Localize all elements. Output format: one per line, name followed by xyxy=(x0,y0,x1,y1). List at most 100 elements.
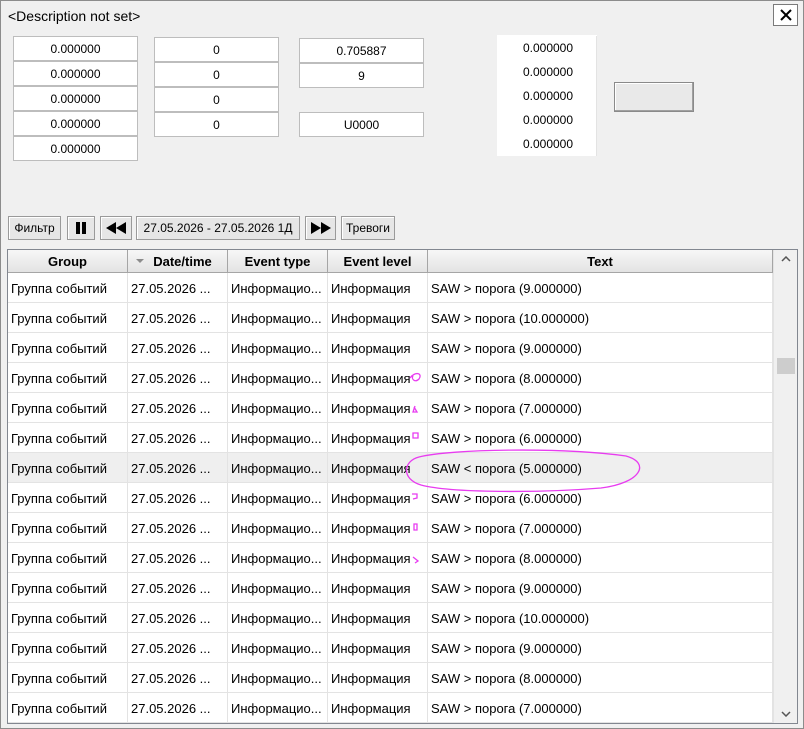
grid-body: Группа событий 27.05.2026 ... Информацио..… xyxy=(8,273,773,723)
date-range-button[interactable]: 27.05.2026 - 27.05.2026 1Д xyxy=(136,216,300,240)
forward-button[interactable] xyxy=(305,216,336,240)
value-label: 0.000000 xyxy=(497,84,597,108)
text-cell: SAW > порога (9.000000) xyxy=(428,633,773,663)
column-header-label: Group xyxy=(48,254,87,269)
event-type-cell: Информацио... xyxy=(228,363,328,393)
table-row[interactable]: Группа событий 27.05.2026 ... Информацио..… xyxy=(8,393,773,423)
event-level-cell: Информация xyxy=(328,483,428,513)
column-header-text[interactable]: Text xyxy=(428,250,773,273)
rewind-button[interactable] xyxy=(100,216,132,240)
value-field[interactable]: 0 xyxy=(154,87,279,112)
event-log-window: <Description not set> 0.000000 0.000000 … xyxy=(0,0,804,729)
table-row[interactable]: Группа событий 27.05.2026 ... Информацио..… xyxy=(8,543,773,573)
datetime-cell: 27.05.2026 ... xyxy=(128,333,228,363)
scroll-up-arrow[interactable] xyxy=(774,250,797,268)
value-field[interactable]: 0.000000 xyxy=(13,111,138,136)
column-header-event-level[interactable]: Event level xyxy=(328,250,428,273)
value-field[interactable]: 0.000000 xyxy=(13,61,138,86)
table-row[interactable]: Группа событий 27.05.2026 ... Информацио..… xyxy=(8,303,773,333)
event-type-cell: Информацио... xyxy=(228,333,328,363)
rewind-icon xyxy=(106,222,126,234)
filter-button[interactable]: Фильтр xyxy=(8,216,61,240)
event-level-cell: Информация xyxy=(328,543,428,573)
event-type-cell: Информацио... xyxy=(228,633,328,663)
value-label: 0.000000 xyxy=(497,36,597,60)
datetime-cell: 27.05.2026 ... xyxy=(128,453,228,483)
text-cell: SAW > порога (6.000000) xyxy=(428,483,773,513)
table-row[interactable]: Группа событий 27.05.2026 ... Информацио..… xyxy=(8,603,773,633)
alarms-button[interactable]: Тревоги xyxy=(341,216,395,240)
text-cell: SAW > порога (8.000000) xyxy=(428,543,773,573)
text-cell: SAW > порога (7.000000) xyxy=(428,393,773,423)
group-cell: Группа событий xyxy=(8,423,128,453)
group-cell: Группа событий xyxy=(8,333,128,363)
column-header-event-type[interactable]: Event type xyxy=(228,250,328,273)
text-cell: SAW < порога (5.000000) xyxy=(428,453,773,483)
datetime-cell: 27.05.2026 ... xyxy=(128,663,228,693)
event-type-cell: Информацио... xyxy=(228,453,328,483)
text-cell: SAW > порога (9.000000) xyxy=(428,573,773,603)
event-level-cell: Информация xyxy=(328,513,428,543)
table-row[interactable]: Группа событий 27.05.2026 ... Информацио..… xyxy=(8,633,773,663)
value-field[interactable]: 0.000000 xyxy=(13,136,138,161)
vertical-scrollbar[interactable] xyxy=(773,250,797,723)
value-field[interactable]: 0 xyxy=(154,62,279,87)
datetime-cell: 27.05.2026 ... xyxy=(128,693,228,723)
group-cell: Группа событий xyxy=(8,573,128,603)
datetime-cell: 27.05.2026 ... xyxy=(128,543,228,573)
datetime-cell: 27.05.2026 ... xyxy=(128,393,228,423)
text-cell: SAW > порога (7.000000) xyxy=(428,693,773,723)
datetime-cell: 27.05.2026 ... xyxy=(128,483,228,513)
datetime-cell: 27.05.2026 ... xyxy=(128,513,228,543)
event-type-cell: Информацио... xyxy=(228,573,328,603)
value-field[interactable]: 0 xyxy=(154,37,279,62)
value-field[interactable]: 0 xyxy=(154,112,279,137)
event-type-cell: Информацио... xyxy=(228,663,328,693)
event-level-cell: Информация xyxy=(328,273,428,303)
group-cell: Группа событий xyxy=(8,513,128,543)
column-header-datetime[interactable]: Date/time xyxy=(128,250,228,273)
column-header-group[interactable]: Group xyxy=(8,250,128,273)
event-type-cell: Информацио... xyxy=(228,693,328,723)
value-field[interactable]: 9 xyxy=(299,63,424,88)
event-type-cell: Информацио... xyxy=(228,393,328,423)
value-field[interactable]: 0.000000 xyxy=(13,36,138,61)
event-type-cell: Информацио... xyxy=(228,303,328,333)
table-row[interactable]: Группа событий 27.05.2026 ... Информацио..… xyxy=(8,573,773,603)
group-cell: Группа событий xyxy=(8,483,128,513)
table-row[interactable]: Группа событий 27.05.2026 ... Информацио..… xyxy=(8,663,773,693)
text-cell: SAW > порога (10.000000) xyxy=(428,303,773,333)
scroll-thumb[interactable] xyxy=(777,358,795,374)
value-label: 0.000000 xyxy=(497,108,597,132)
event-level-cell: Информация xyxy=(328,423,428,453)
pause-icon xyxy=(76,222,86,234)
pause-button[interactable] xyxy=(67,216,95,240)
table-row[interactable]: Группа событий 27.05.2026 ... Информацио..… xyxy=(8,483,773,513)
datetime-cell: 27.05.2026 ... xyxy=(128,633,228,663)
event-level-cell: Информация xyxy=(328,663,428,693)
table-row[interactable]: Группа событий 27.05.2026 ... Информацио..… xyxy=(8,423,773,453)
table-row[interactable]: Группа событий 27.05.2026 ... Информацио..… xyxy=(8,693,773,723)
table-row[interactable]: Группа событий 27.05.2026 ... Информацио..… xyxy=(8,273,773,303)
event-level-cell: Информация xyxy=(328,693,428,723)
event-level-cell: Информация xyxy=(328,603,428,633)
value-field[interactable]: 0.705887 xyxy=(299,38,424,63)
close-button[interactable] xyxy=(773,4,798,26)
grid-header: Group Date/time Event type Event level T… xyxy=(8,250,773,273)
table-row[interactable]: Группа событий 27.05.2026 ... Информацио..… xyxy=(8,363,773,393)
code-field[interactable]: U0000 xyxy=(299,112,424,137)
text-cell: SAW > порога (6.000000) xyxy=(428,423,773,453)
chevron-up-icon xyxy=(781,256,791,262)
table-row[interactable]: Группа событий 27.05.2026 ... Информацио..… xyxy=(8,453,773,483)
event-type-cell: Информацио... xyxy=(228,273,328,303)
column-header-label: Text xyxy=(587,254,613,269)
table-row[interactable]: Группа событий 27.05.2026 ... Информацио..… xyxy=(8,333,773,363)
table-row[interactable]: Группа событий 27.05.2026 ... Информацио..… xyxy=(8,513,773,543)
event-level-cell: Информация xyxy=(328,363,428,393)
blank-button[interactable] xyxy=(614,82,694,112)
event-grid: Group Date/time Event type Event level T… xyxy=(7,249,798,724)
event-level-cell: Информация xyxy=(328,633,428,663)
value-field[interactable]: 0.000000 xyxy=(13,86,138,111)
datetime-cell: 27.05.2026 ... xyxy=(128,273,228,303)
scroll-down-arrow[interactable] xyxy=(774,705,797,723)
